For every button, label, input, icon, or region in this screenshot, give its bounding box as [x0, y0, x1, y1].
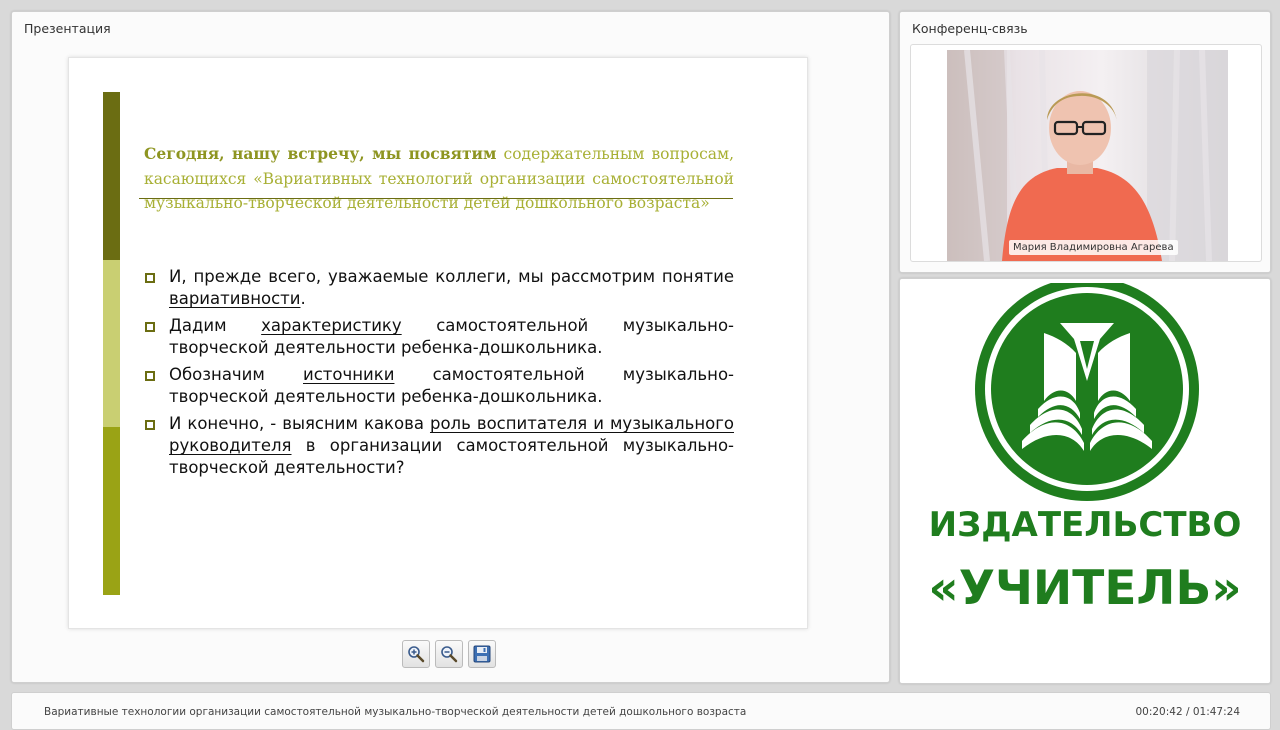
webcam-video[interactable]: Мария Владимировна Агарева — [947, 50, 1228, 261]
bullet-text: И, прежде всего, уважаемые коллеги, мы р… — [169, 267, 734, 286]
zoom-in-button[interactable] — [402, 640, 430, 668]
bullet-text: И конечно, - выясним какова — [169, 414, 430, 433]
webinar-title: Вариативные технологии организации самос… — [44, 706, 747, 718]
slide-bullet-item: Обозначим источники самостоятельной музы… — [144, 364, 734, 408]
slide-bullet-item: Дадим характеристику самостоятельной муз… — [144, 315, 734, 359]
bullet-text: Обозначим — [169, 365, 303, 384]
slide-bullet-list: И, прежде всего, уважаемые коллеги, мы р… — [144, 266, 734, 484]
footer-bar: Вариативные технологии организации самос… — [11, 692, 1271, 730]
floppy-disk-icon — [473, 645, 491, 663]
conference-panel: Конференц-связь Мария Владимировна Агаре… — [899, 11, 1271, 273]
slide-bullet-item: И конечно, - выясним какова роль воспита… — [144, 413, 734, 479]
bullet-keyword: источники — [303, 365, 395, 384]
slide-divider — [139, 198, 733, 199]
publisher-name-line2: «УЧИТЕЛЬ» — [928, 561, 1242, 616]
zoom-out-button[interactable] — [435, 640, 463, 668]
video-frame: Мария Владимировна Агарева — [910, 44, 1262, 262]
save-button[interactable] — [468, 640, 496, 668]
slide-accent-bar-bottom — [103, 427, 120, 595]
square-bullet-icon — [145, 273, 155, 283]
square-bullet-icon — [145, 371, 155, 381]
zoom-out-icon — [441, 646, 458, 663]
slide-bullet-item: И, прежде всего, уважаемые коллеги, мы р… — [144, 266, 734, 310]
presentation-panel-title: Презентация — [24, 21, 111, 36]
publisher-logo-panel: ИЗДАТЕЛЬСТВО «УЧИТЕЛЬ» — [899, 278, 1271, 684]
conference-panel-title: Конференц-связь — [912, 21, 1028, 36]
publisher-name-line1: ИЗДАТЕЛЬСТВО — [928, 505, 1242, 545]
square-bullet-icon — [145, 322, 155, 332]
bullet-keyword: характеристику — [261, 316, 402, 335]
slide-accent-bar-middle — [103, 260, 120, 427]
presentation-panel: Презентация Сегодня, нашу встречу, мы по… — [11, 11, 890, 683]
slide-intro-bold: Сегодня, нашу встречу, мы посвятим — [144, 144, 497, 163]
publisher-logo-icon — [975, 283, 1199, 501]
square-bullet-icon — [145, 420, 155, 430]
bullet-text: . — [300, 289, 306, 308]
bullet-keyword: вариативности — [169, 289, 301, 308]
slide-intro-text: Сегодня, нашу встречу, мы посвятим содер… — [144, 142, 734, 216]
zoom-in-icon — [408, 646, 425, 663]
bullet-text: Дадим — [169, 316, 262, 335]
presenter-video-image — [947, 50, 1228, 261]
slide-accent-bar-top — [103, 92, 120, 260]
participant-name-label: Мария Владимировна Агарева — [1009, 240, 1178, 255]
playback-time: 00:20:42 / 01:47:24 — [1135, 706, 1240, 718]
slide: Сегодня, нашу встречу, мы посвятим содер… — [68, 57, 808, 629]
